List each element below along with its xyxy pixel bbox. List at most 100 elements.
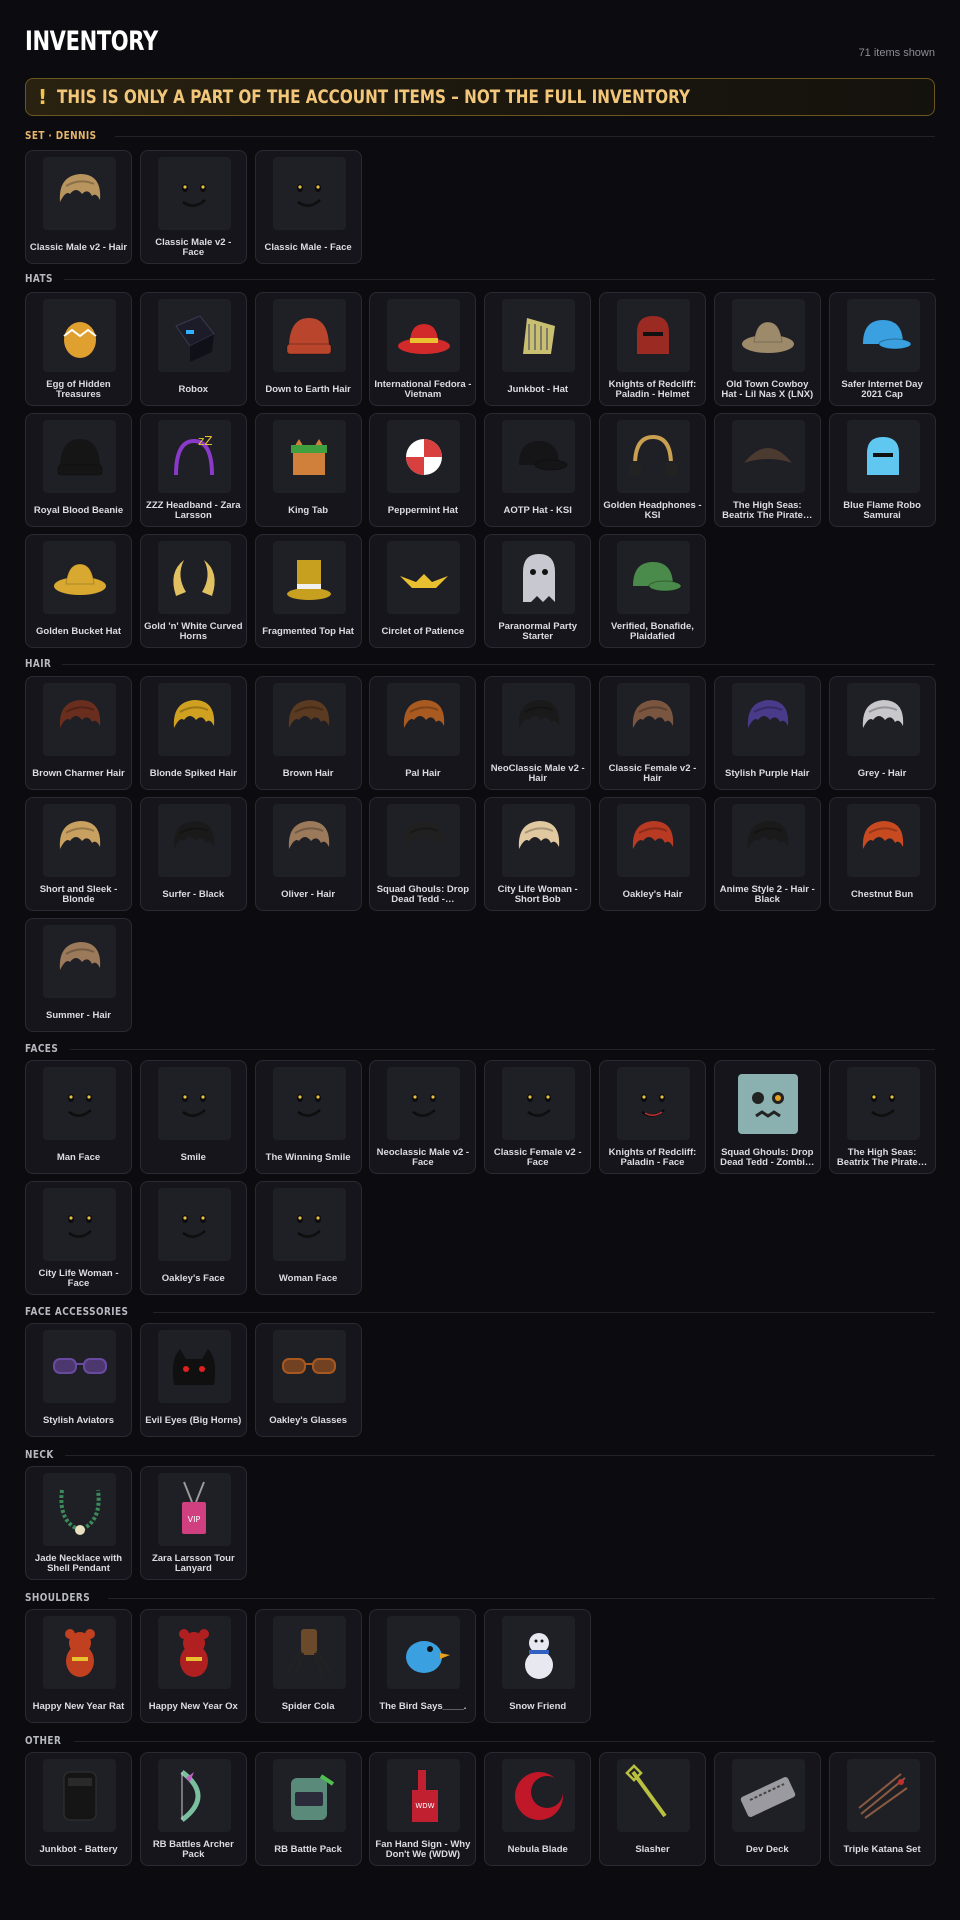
item-card[interactable]: Oakley's Hair	[598, 797, 706, 911]
item-card[interactable]: Gold 'n' White Curved Horns	[139, 534, 247, 648]
item-card[interactable]: Classic Male v2 - Hair	[25, 150, 132, 264]
item-card[interactable]: Nebula Blade	[484, 1752, 592, 1866]
item-card[interactable]: The High Seas: Beatrix The Pirate…	[713, 413, 821, 527]
item-card[interactable]: Knights of Redcliff: Paladin - Helmet	[598, 292, 706, 406]
item-card[interactable]: Classic Female v2 - Hair	[598, 676, 706, 790]
item-card[interactable]: Golden Headphones - KSI	[598, 413, 706, 527]
item-card[interactable]: Happy New Year Ox	[139, 1609, 247, 1723]
item-name: RB Battles Archer Pack	[152, 1838, 234, 1860]
item-card[interactable]: Verified, Bonafide, Plaidafied	[598, 534, 706, 648]
section-header-faces: FACES	[25, 1042, 935, 1056]
item-card[interactable]: Short and Sleek - Blonde	[25, 797, 132, 911]
item-card[interactable]: Squad Ghouls: Drop Dead Tedd -…	[369, 797, 477, 911]
item-card[interactable]: Paranormal Party Starter	[484, 534, 592, 648]
item-card[interactable]: Down to Earth Hair	[254, 292, 362, 406]
item-name: Knights of Redcliff: Paladin - Helmet	[608, 378, 697, 400]
item-card[interactable]: City Life Woman - Face	[25, 1181, 132, 1295]
item-card[interactable]: Junkbot - Hat	[484, 292, 592, 406]
item-card[interactable]: Triple Katana Set	[828, 1752, 936, 1866]
item-name: Summer - Hair	[46, 1009, 111, 1021]
section-label: SET · DENNIS	[25, 130, 97, 142]
item-card[interactable]: The Winning Smile	[254, 1060, 362, 1174]
hair-icon	[43, 925, 116, 998]
face-icon	[616, 1067, 690, 1140]
item-name: Smile	[180, 1151, 206, 1163]
item-card[interactable]: RB Battle Pack	[254, 1752, 362, 1866]
item-card[interactable]: Stylish Aviators	[25, 1323, 132, 1437]
item-card[interactable]: Summer - Hair	[25, 918, 132, 1032]
helmet-icon	[616, 299, 690, 372]
section-label: NECK	[25, 1449, 54, 1461]
beanie-icon	[272, 299, 346, 372]
item-card[interactable]: Oliver - Hair	[254, 797, 362, 911]
item-card[interactable]: The Bird Says____.	[369, 1609, 477, 1723]
item-card[interactable]: Stylish Purple Hair	[713, 676, 821, 790]
item-card[interactable]: Surfer - Black	[139, 797, 247, 911]
item-card[interactable]: Robox	[139, 292, 247, 406]
item-card[interactable]: Classic Female v2 - Face	[484, 1060, 592, 1174]
item-card[interactable]: Pal Hair	[369, 676, 477, 790]
item-card[interactable]: Safer Internet Day 2021 Cap	[828, 292, 936, 406]
item-card[interactable]: Chestnut Bun	[828, 797, 936, 911]
snowman-icon	[502, 1616, 576, 1689]
section-divider	[115, 135, 935, 137]
item-name: Brown Charmer Hair	[32, 767, 125, 779]
item-card[interactable]: WDW Fan Hand Sign - Why Don't We (WDW)	[369, 1752, 477, 1866]
item-card[interactable]: Dev Deck	[713, 1752, 821, 1866]
item-card[interactable]: Snow Friend	[484, 1609, 592, 1723]
item-card[interactable]: Anime Style 2 - Hair - Black	[713, 797, 821, 911]
item-card[interactable]: Evil Eyes (Big Horns)	[139, 1323, 247, 1437]
item-card[interactable]: Fragmented Top Hat	[254, 534, 362, 648]
item-card[interactable]: Junkbot - Battery	[25, 1752, 132, 1866]
item-name: Junkbot - Hat	[507, 383, 569, 395]
horns-icon	[157, 541, 231, 614]
item-card[interactable]: Woman Face	[254, 1181, 362, 1295]
item-card[interactable]: Old Town Cowboy Hat - Lil Nas X (LNX)	[713, 292, 821, 406]
item-card[interactable]: Royal Blood Beanie	[25, 413, 132, 527]
item-name: Oliver - Hair	[281, 888, 336, 900]
item-card[interactable]: Knights of Redcliff: Paladin - Face	[598, 1060, 706, 1174]
item-card[interactable]: Jade Necklace with Shell Pendant	[25, 1466, 132, 1580]
item-card[interactable]: Peppermint Hat	[369, 413, 477, 527]
item-card[interactable]: Squad Ghouls: Drop Dead Tedd - Zombi…	[713, 1060, 821, 1174]
item-card[interactable]: King Tab	[254, 413, 362, 527]
item-card[interactable]: Classic Male - Face	[254, 150, 362, 264]
item-card[interactable]: Brown Charmer Hair	[25, 676, 132, 790]
item-name: Squad Ghouls: Drop Dead Tedd - Zombi…	[720, 1146, 815, 1168]
item-card[interactable]: Neoclassic Male v2 - Face	[369, 1060, 477, 1174]
item-card[interactable]: NeoClassic Male v2 - Hair	[484, 676, 592, 790]
item-card[interactable]: Blonde Spiked Hair	[139, 676, 247, 790]
item-card[interactable]: Circlet of Patience	[369, 534, 477, 648]
item-card[interactable]: Blue Flame Robo Samurai	[828, 413, 936, 527]
item-card[interactable]: Slasher	[598, 1752, 706, 1866]
item-name: Golden Headphones - KSI	[603, 499, 702, 521]
item-card[interactable]: Spider Cola	[254, 1609, 362, 1723]
item-card[interactable]: Man Face	[25, 1060, 132, 1174]
item-card[interactable]: Golden Bucket Hat	[25, 534, 132, 648]
inventory-page: INVENTORY 71 items shown ! THIS IS ONLY …	[25, 0, 936, 1866]
item-card[interactable]: Happy New Year Rat	[25, 1609, 132, 1723]
item-name: Spider Cola	[281, 1700, 335, 1712]
section-header-shoulders: SHOULDERS	[25, 1591, 935, 1605]
ox-icon	[157, 1616, 231, 1689]
item-card[interactable]: RB Battles Archer Pack	[139, 1752, 247, 1866]
item-card[interactable]: The High Seas: Beatrix The Pirate…	[828, 1060, 936, 1174]
item-card[interactable]: International Fedora - Vietnam	[369, 292, 477, 406]
item-card[interactable]: zZ ZZZ Headband - Zara Larsson	[139, 413, 247, 527]
item-card[interactable]: Classic Male v2 - Face	[139, 150, 247, 264]
foam-finger-icon: WDW	[387, 1759, 461, 1832]
item-name: RB Battle Pack	[274, 1843, 342, 1855]
item-card[interactable]: AOTP Hat - KSI	[484, 413, 592, 527]
item-card[interactable]: Brown Hair	[254, 676, 362, 790]
item-card[interactable]: Smile	[139, 1060, 247, 1174]
item-name: Slasher	[635, 1843, 670, 1855]
item-card[interactable]: City Life Woman - Short Bob	[484, 797, 592, 911]
spider-icon	[272, 1616, 346, 1689]
item-card[interactable]: Grey - Hair	[828, 676, 936, 790]
item-card[interactable]: Oakley's Glasses	[254, 1323, 362, 1437]
item-name: Dev Deck	[745, 1843, 789, 1855]
item-card[interactable]: Egg of Hidden Treasures	[25, 292, 132, 406]
item-card[interactable]: VIP Zara Larsson Tour Lanyard	[139, 1466, 247, 1580]
item-card[interactable]: Oakley's Face	[139, 1181, 247, 1295]
section-divider	[107, 1597, 935, 1599]
